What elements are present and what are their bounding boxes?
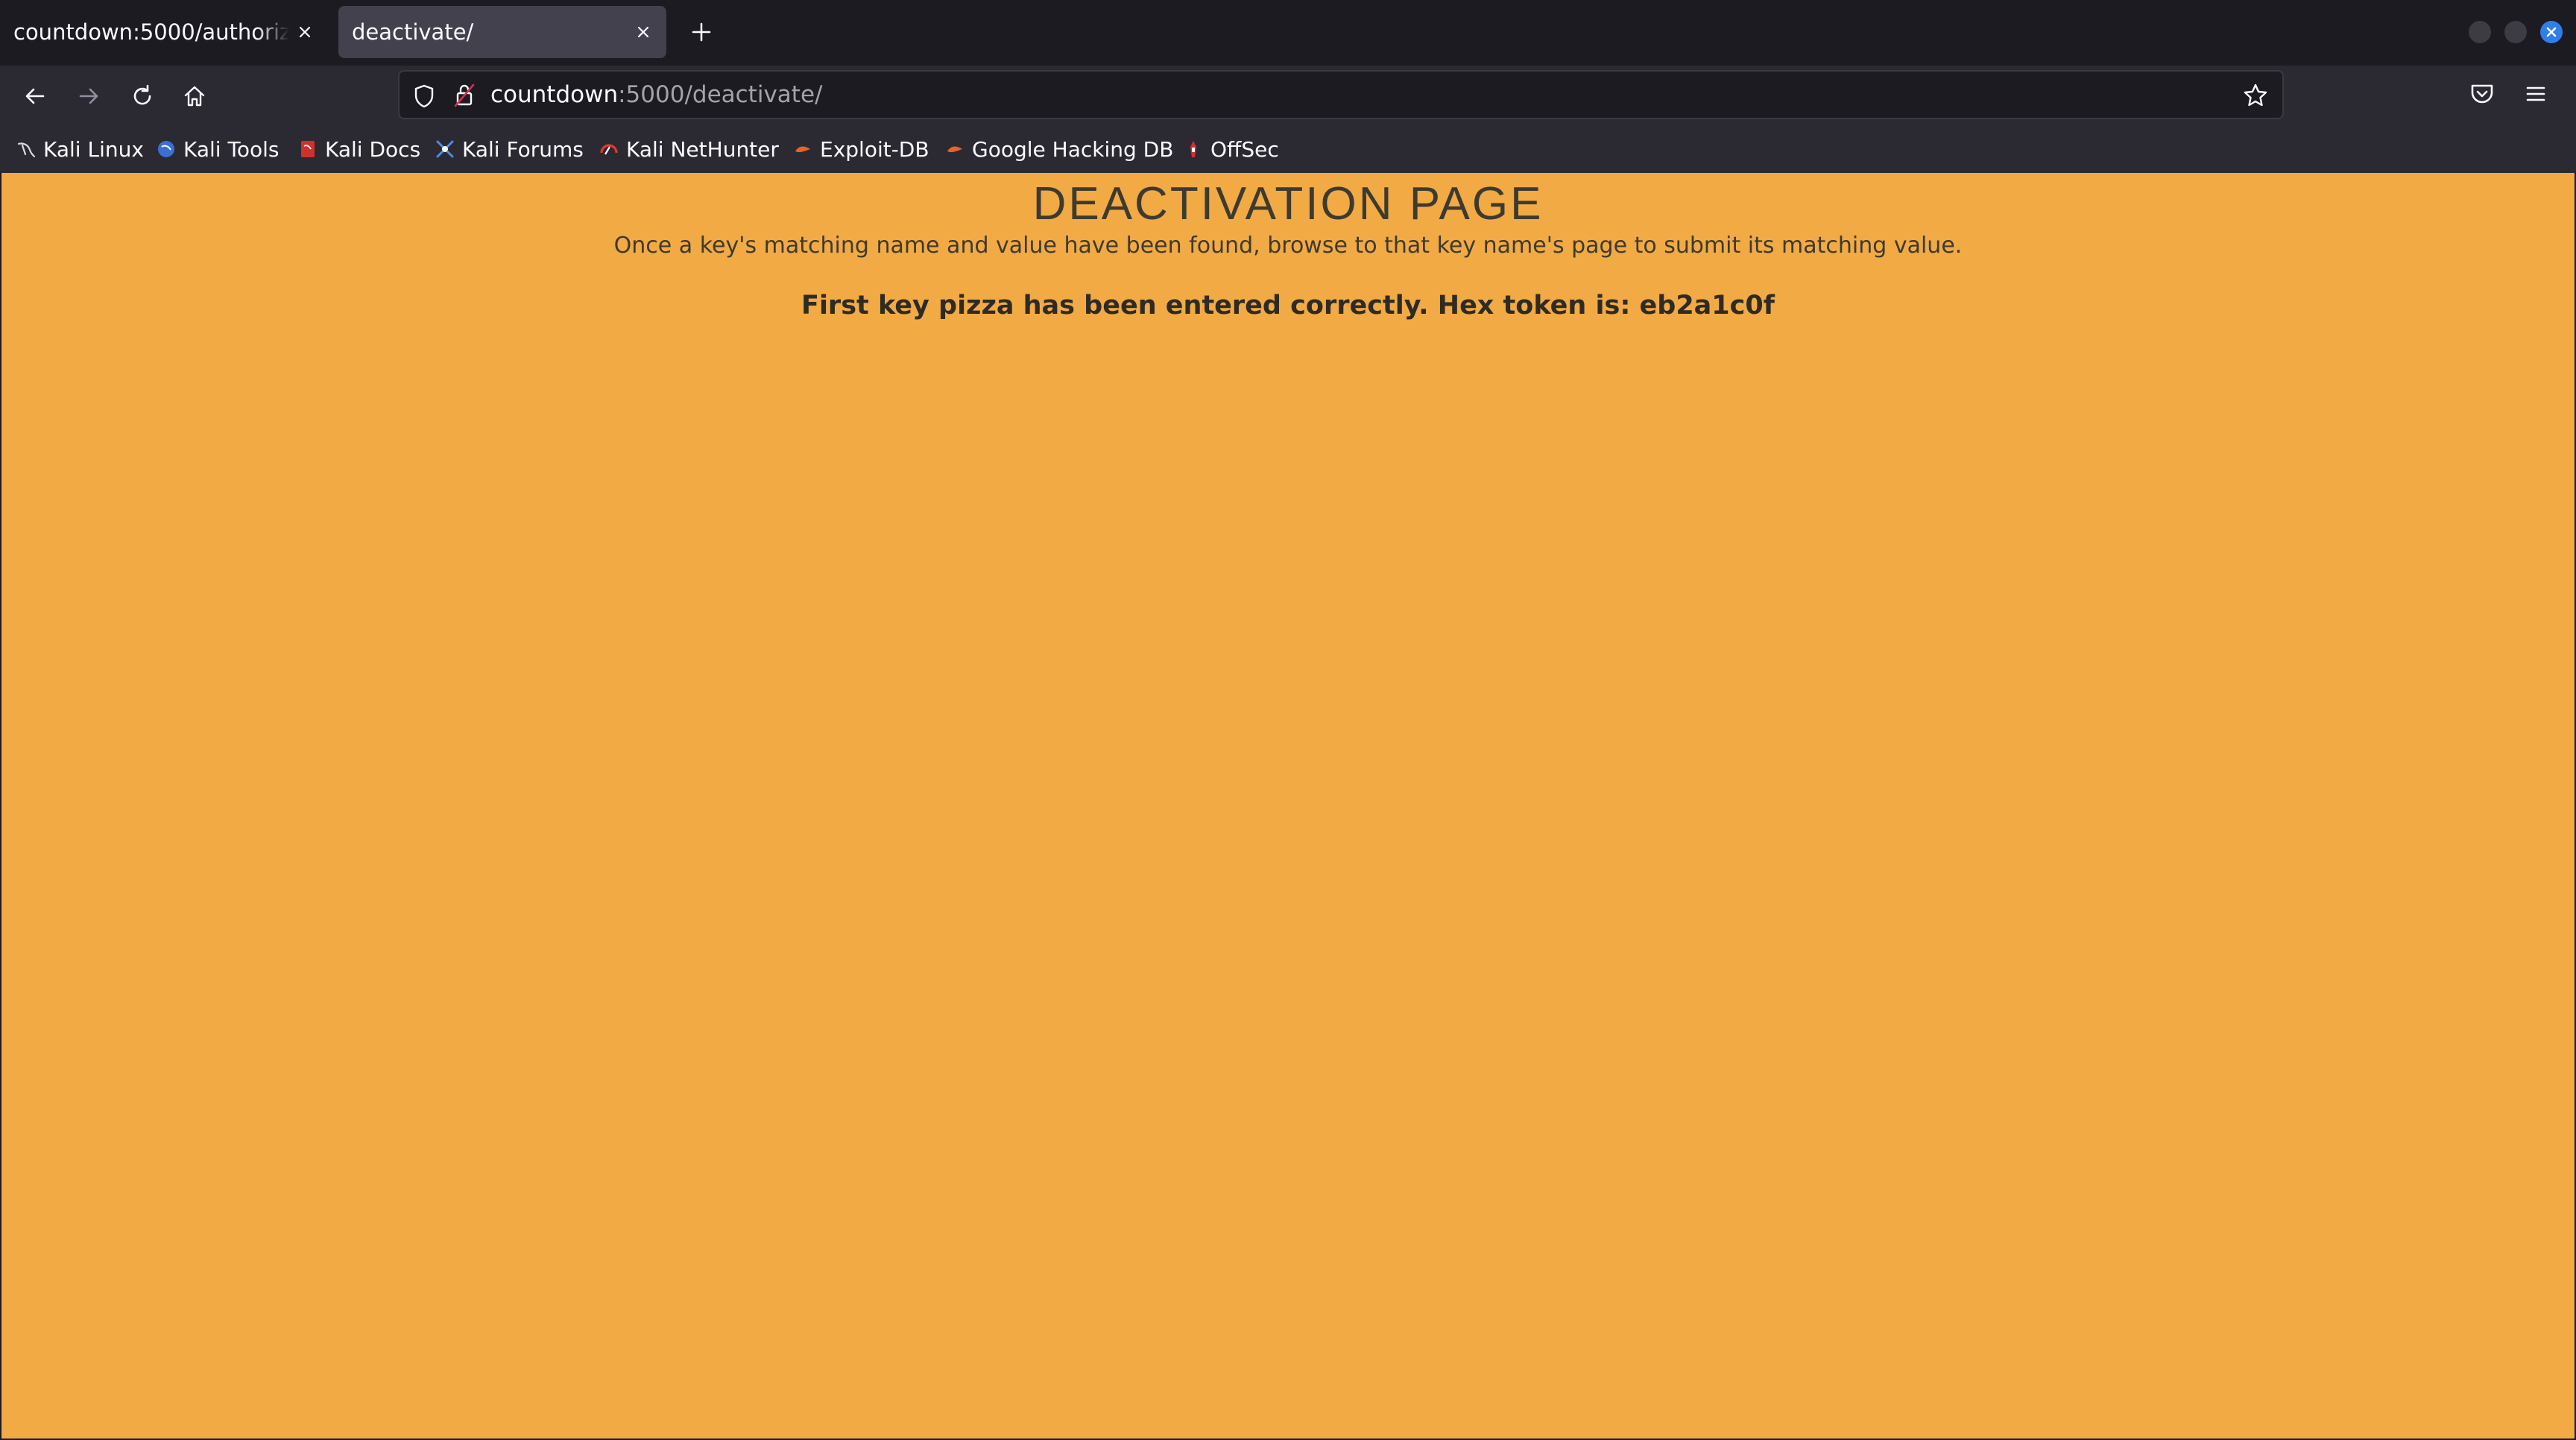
window-close-button[interactable] <box>2540 21 2563 43</box>
reload-button[interactable] <box>124 78 161 115</box>
close-icon <box>2546 27 2557 37</box>
offsec-icon <box>1184 139 1203 159</box>
kali-tools-icon <box>157 139 176 159</box>
page-title: DEACTIVATION PAGE <box>1032 178 1544 230</box>
bookmarks-toolbar: Kali Linux Kali Tools Kali Docs Kali For… <box>0 127 2576 174</box>
close-icon[interactable] <box>294 21 316 43</box>
kali-forums-icon <box>435 139 455 159</box>
home-button[interactable] <box>176 78 213 115</box>
bookmark-kali-nethunter[interactable]: Kali NetHunter <box>599 134 779 164</box>
bookmark-label: Kali Docs <box>325 136 421 162</box>
bookmark-offsec[interactable]: OffSec <box>1184 134 1279 164</box>
nethunter-icon <box>599 139 619 159</box>
browser-window: countdown:5000/authorized/ deactivate/ <box>0 0 2576 1440</box>
url-host: countdown <box>490 81 619 108</box>
bookmark-label: Kali Tools <box>183 136 280 162</box>
tab-title: countdown:5000/authorized/ <box>13 19 289 45</box>
new-tab-button[interactable] <box>684 15 719 49</box>
page-content: DEACTIVATION PAGE Once a key's matching … <box>1 173 2575 1439</box>
plus-icon <box>692 22 711 42</box>
bookmark-kali-linux[interactable]: Kali Linux <box>16 134 144 164</box>
bookmark-kali-tools[interactable]: Kali Tools <box>157 134 279 164</box>
hamburger-menu-icon[interactable] <box>2521 79 2551 109</box>
kali-docs-icon <box>298 139 318 159</box>
address-bar[interactable]: countdown:5000/deactivate/ <box>398 70 2284 119</box>
tab-authorized[interactable]: countdown:5000/authorized/ <box>0 6 328 58</box>
kali-dragon-icon <box>16 139 36 159</box>
reload-icon <box>133 84 151 105</box>
bookmark-label: Kali Linux <box>43 136 144 162</box>
bookmark-google-hacking-db[interactable]: Google Hacking DB <box>945 134 1173 164</box>
bookmark-exploit-db[interactable]: Exploit-DB <box>793 134 929 164</box>
back-button[interactable] <box>16 78 54 115</box>
bookmark-star-icon[interactable] <box>2242 82 2269 109</box>
pocket-icon[interactable] <box>2467 79 2497 109</box>
exploit-db-icon <box>793 139 812 159</box>
status-message: First key pizza has been entered correct… <box>801 291 1775 320</box>
bookmark-label: OffSec <box>1210 136 1279 162</box>
bookmark-label: Google Hacking DB <box>972 136 1174 162</box>
tab-title: deactivate/ <box>352 19 474 45</box>
bookmark-kali-forums[interactable]: Kali Forums <box>435 134 584 164</box>
navigation-toolbar: countdown:5000/deactivate/ <box>0 66 2576 127</box>
tab-strip: countdown:5000/authorized/ deactivate/ <box>0 0 2576 66</box>
maximize-button[interactable] <box>2504 21 2527 43</box>
home-icon <box>184 86 205 107</box>
back-arrow-icon <box>25 88 45 104</box>
url-text[interactable]: countdown:5000/deactivate/ <box>490 81 822 108</box>
bookmark-kali-docs[interactable]: Kali Docs <box>298 134 420 164</box>
forward-button[interactable] <box>70 78 107 115</box>
insecure-lock-icon[interactable] <box>453 82 476 109</box>
page-description: Once a key's matching name and value hav… <box>613 233 1963 259</box>
ghdb-icon <box>945 139 965 159</box>
bookmark-label: Kali Forums <box>462 136 584 162</box>
bookmark-label: Kali NetHunter <box>626 136 779 162</box>
minimize-button[interactable] <box>2469 21 2491 43</box>
close-icon[interactable] <box>632 21 654 43</box>
url-path: :5000/deactivate/ <box>618 81 823 108</box>
bookmark-label: Exploit-DB <box>820 136 929 162</box>
tab-deactivate[interactable]: deactivate/ <box>338 6 666 58</box>
tracking-protection-shield-icon[interactable] <box>413 83 435 109</box>
forward-arrow-icon <box>79 88 98 104</box>
